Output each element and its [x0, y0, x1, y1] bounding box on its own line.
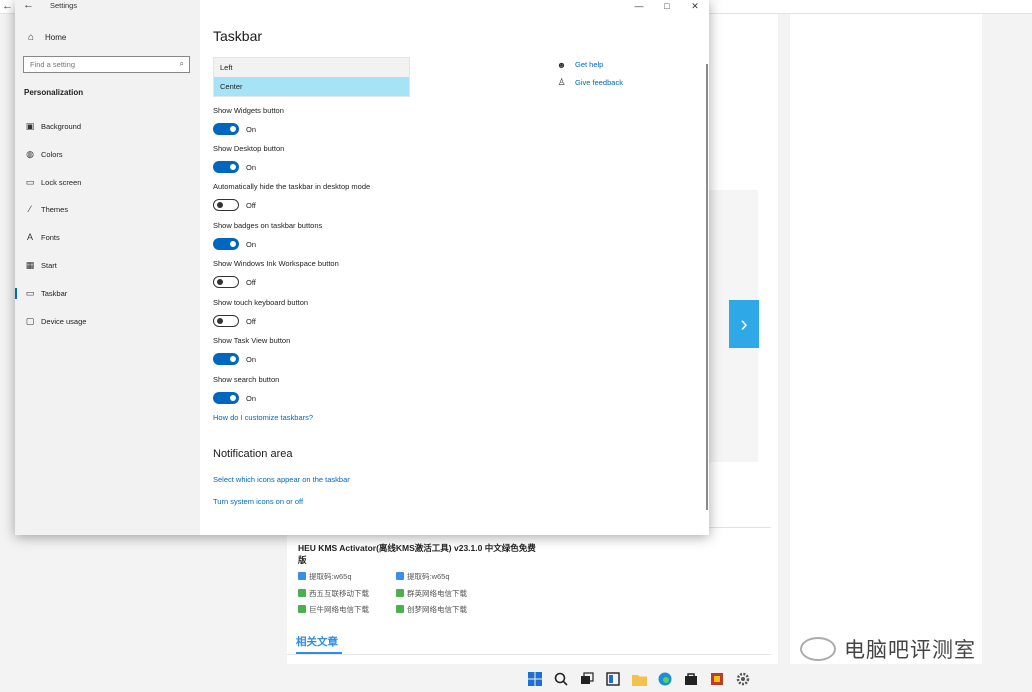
- lock-screen-icon: ▭: [25, 176, 35, 187]
- file-explorer-icon[interactable]: [630, 670, 648, 688]
- watermark: 电脑吧评测室: [800, 634, 976, 664]
- settings-window: ← Settings ⌂ Home ⌕ Personalization ▣ Ba…: [15, 0, 709, 535]
- close-button[interactable]: ✕: [681, 0, 709, 12]
- wechat-logo-icon: [800, 637, 836, 661]
- setting-desktop-button: Show Desktop button On: [213, 144, 285, 173]
- download-link[interactable]: 提取码:w65q: [396, 571, 450, 582]
- setting-ink-workspace: Show Windows Ink Workspace button Off: [213, 259, 339, 288]
- palette-icon: ◍: [26, 148, 34, 159]
- font-icon: A: [26, 232, 33, 242]
- check-icon: [396, 589, 404, 597]
- store-icon[interactable]: [682, 670, 700, 688]
- home-icon: ⌂: [27, 31, 35, 43]
- taskbar-alignment-dropdown[interactable]: Left Center: [213, 57, 410, 97]
- check-icon: [298, 605, 306, 613]
- setting-auto-hide: Automatically hide the taskbar in deskto…: [213, 182, 371, 211]
- browser-back-icon[interactable]: ←: [2, 0, 13, 12]
- download-link[interactable]: 巨牛网络电信下载: [298, 604, 369, 615]
- give-feedback-link[interactable]: ♙ Give feedback: [556, 77, 623, 88]
- download-link[interactable]: 西五互联移动下载: [298, 588, 369, 599]
- back-arrow-icon[interactable]: ←: [23, 0, 34, 11]
- window-controls: — □ ✕: [625, 0, 709, 12]
- carousel-next-button[interactable]: ›: [729, 300, 759, 348]
- check-icon: [298, 589, 306, 597]
- setting-touch-keyboard: Show touch keyboard button Off: [213, 298, 309, 327]
- select-icons-link[interactable]: Select which icons appear on the taskbar: [213, 475, 350, 484]
- download-link[interactable]: 群英网络电信下载: [396, 588, 467, 599]
- download-link[interactable]: 提取码:w65q: [298, 571, 352, 582]
- app-icon[interactable]: [708, 670, 726, 688]
- section-heading: Personalization: [24, 88, 84, 97]
- start-icon[interactable]: [526, 670, 544, 688]
- toggle-switch[interactable]: [213, 161, 239, 173]
- get-help-link[interactable]: ☻ Get help: [556, 59, 604, 70]
- maximize-button[interactable]: □: [653, 0, 681, 12]
- sidebar-item-fonts[interactable]: A Fonts: [15, 226, 200, 248]
- toggle-switch[interactable]: [213, 238, 239, 250]
- scrollbar[interactable]: [706, 64, 708, 510]
- related-articles-heading: 相关文章: [296, 636, 338, 648]
- settings-gear-icon[interactable]: [734, 670, 752, 688]
- task-view-icon[interactable]: [578, 670, 596, 688]
- search-box[interactable]: ⌕: [23, 56, 190, 73]
- setting-search-button: Show search button On: [213, 375, 280, 404]
- device-icon: ▢: [25, 315, 35, 326]
- toggle-switch[interactable]: [213, 123, 239, 135]
- image-icon: ▣: [25, 120, 35, 131]
- edge-browser-icon[interactable]: [656, 670, 674, 688]
- baidu-cloud-icon: [396, 572, 404, 580]
- feedback-person-icon: ♙: [557, 77, 566, 87]
- windows-taskbar: [526, 666, 752, 692]
- check-icon: [396, 605, 404, 613]
- active-indicator: [15, 287, 17, 299]
- start-grid-icon: ▦: [25, 259, 35, 270]
- taskbar-icon: ▭: [25, 287, 35, 298]
- toggle-switch[interactable]: [213, 392, 239, 404]
- sidebar-item-themes[interactable]: ⁄ Themes: [15, 198, 200, 220]
- chevron-right-icon: ›: [740, 311, 748, 336]
- minimize-button[interactable]: —: [625, 0, 653, 12]
- page-side-column: [790, 14, 982, 664]
- page-title: Taskbar: [213, 28, 263, 44]
- setting-badges: Show badges on taskbar buttons On: [213, 221, 323, 250]
- toggle-switch[interactable]: [213, 353, 239, 365]
- search-icon: ⌕: [179, 59, 184, 68]
- toggle-switch[interactable]: [213, 199, 239, 211]
- sidebar-item-colors[interactable]: ◍ Colors: [15, 143, 200, 165]
- sidebar-item-lock-screen[interactable]: ▭ Lock screen: [15, 171, 200, 193]
- baidu-cloud-icon: [298, 572, 306, 580]
- dropdown-option-left[interactable]: Left: [214, 58, 409, 77]
- help-chat-icon: ☻: [556, 59, 567, 70]
- home-label: Home: [45, 32, 67, 42]
- widgets-icon[interactable]: [604, 670, 622, 688]
- sidebar-item-background[interactable]: ▣ Background: [15, 115, 200, 137]
- download-link[interactable]: 创梦网络电信下载: [396, 604, 467, 615]
- sidebar-item-device-usage[interactable]: ▢ Device usage: [15, 310, 200, 332]
- dropdown-option-center[interactable]: Center: [214, 77, 409, 96]
- setting-widgets-button: Show Widgets button On: [213, 106, 284, 135]
- brush-icon: ⁄: [29, 204, 31, 214]
- search-icon[interactable]: [552, 670, 570, 688]
- system-icons-link[interactable]: Turn system icons on or off: [213, 497, 303, 506]
- window-title: Settings: [50, 1, 78, 10]
- sidebar-item-taskbar[interactable]: ▭ Taskbar: [15, 282, 200, 304]
- article-title[interactable]: HEU KMS Activator(离线KMS激活工具) v23.1.0 中文绿…: [298, 542, 538, 566]
- watermark-text: 电脑吧评测室: [844, 639, 976, 662]
- toggle-switch[interactable]: [213, 276, 239, 288]
- related-underline: [296, 652, 342, 654]
- toggle-switch[interactable]: [213, 315, 239, 327]
- sidebar: ← Settings ⌂ Home ⌕ Personalization ▣ Ba…: [15, 0, 200, 535]
- related-divider: [287, 654, 771, 655]
- setting-task-view: Show Task View button On: [213, 336, 291, 365]
- sidebar-home[interactable]: ⌂ Home: [25, 31, 66, 43]
- notification-area-heading: Notification area: [213, 448, 293, 460]
- sidebar-item-start[interactable]: ▦ Start: [15, 254, 200, 276]
- search-input[interactable]: [24, 57, 164, 72]
- customize-taskbars-link[interactable]: How do I customize taskbars?: [213, 413, 313, 422]
